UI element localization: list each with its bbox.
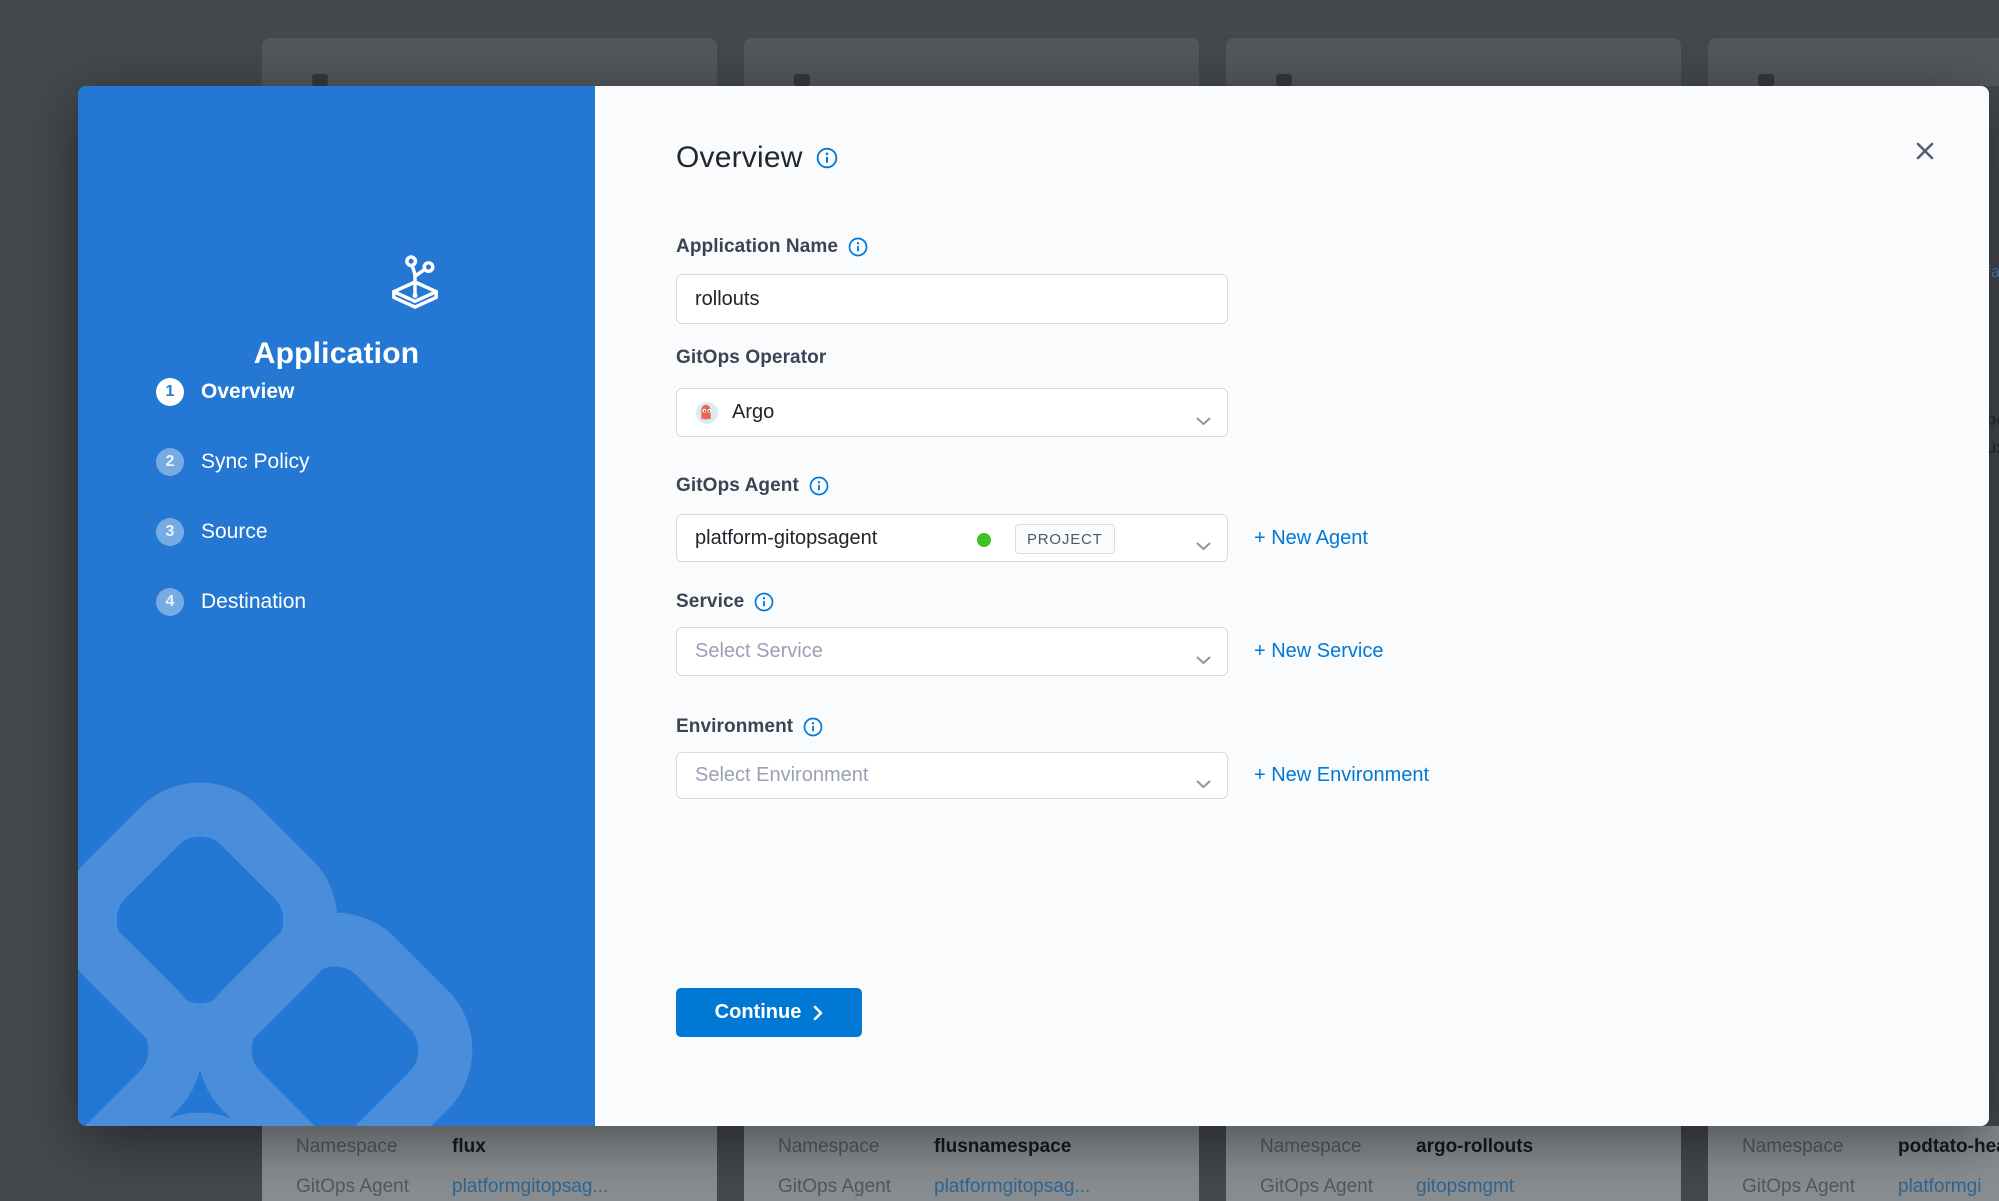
- service-select[interactable]: Select Service: [676, 627, 1228, 676]
- service-label: Service: [676, 591, 744, 613]
- gitops-agent-label: GitOps Agent: [1742, 1176, 1898, 1198]
- step-label: Sync Policy: [201, 450, 310, 474]
- namespace-value: podtato-hea: [1898, 1136, 1999, 1157]
- step-item-sync-policy[interactable]: 2 Sync Policy: [156, 448, 310, 476]
- gitops-agent-link: gitopsmgmt: [1416, 1176, 1514, 1197]
- wizard-sidebar: Application 1 Overview 2 Sync Policy 3 S…: [78, 86, 595, 1126]
- step-label: Overview: [201, 380, 294, 404]
- application-wizard-dialog: Application 1 Overview 2 Sync Policy 3 S…: [78, 86, 1989, 1126]
- chevron-down-icon: [1196, 409, 1211, 432]
- namespace-value: flux: [452, 1136, 486, 1157]
- service-placeholder: Select Service: [695, 640, 823, 663]
- namespace-label: Namespace: [1260, 1136, 1416, 1158]
- new-environment-link[interactable]: + New Environment: [1254, 752, 1429, 799]
- background-card-bottom: Namespacepodtato-hea GitOps Agentplatfor…: [1708, 1126, 1999, 1201]
- argo-icon: [695, 401, 719, 425]
- app-icon-peek: [1758, 74, 1774, 86]
- namespace-label: Namespace: [296, 1136, 452, 1158]
- app-icon-peek: [794, 74, 810, 86]
- chevron-down-icon: [1196, 772, 1211, 795]
- wizard-content: Overview Application Name rollouts GitOp…: [595, 86, 1989, 1126]
- namespace-value: flusnamespace: [934, 1136, 1071, 1157]
- chevron-down-icon: [1196, 534, 1211, 557]
- step-item-destination[interactable]: 4 Destination: [156, 588, 306, 616]
- wizard-title: Application: [78, 337, 595, 371]
- new-service-link[interactable]: + New Service: [1254, 627, 1384, 676]
- gitops-agent-label: GitOps Agent: [778, 1176, 934, 1198]
- background-card-bottom: Namespaceflux GitOps Agentplatformgitops…: [262, 1126, 717, 1201]
- app-icon-peek: [1276, 74, 1292, 86]
- step-item-overview[interactable]: 1 Overview: [156, 378, 294, 406]
- continue-button[interactable]: Continue: [676, 988, 862, 1037]
- gitops-operator-select[interactable]: Argo: [676, 388, 1228, 437]
- info-icon[interactable]: [816, 147, 838, 169]
- step-number: 1: [156, 378, 184, 406]
- app-icon-peek: [312, 74, 328, 86]
- background-card-top: [744, 38, 1199, 86]
- chevron-right-icon: [813, 1005, 823, 1021]
- gitops-agent-value: platform-gitopsagent: [695, 527, 877, 550]
- step-label: Source: [201, 520, 268, 544]
- step-item-source[interactable]: 3 Source: [156, 518, 268, 546]
- step-label: Destination: [201, 590, 306, 614]
- background-card-bottom: Namespaceflusnamespace GitOps Agentplatf…: [744, 1126, 1199, 1201]
- namespace-value: argo-rollouts: [1416, 1136, 1533, 1157]
- gitops-operator-label: GitOps Operator: [676, 347, 826, 369]
- namespace-label: Namespace: [778, 1136, 934, 1158]
- close-icon[interactable]: [1908, 134, 1942, 168]
- background-card-top: [1708, 38, 1999, 86]
- step-number: 2: [156, 448, 184, 476]
- info-icon[interactable]: [754, 592, 774, 612]
- step-number: 3: [156, 518, 184, 546]
- continue-label: Continue: [715, 1001, 802, 1024]
- gitops-agent-link: platformgi: [1898, 1176, 1981, 1197]
- gitops-agent-link: platformgitopsag...: [934, 1176, 1090, 1197]
- new-agent-link[interactable]: + New Agent: [1254, 514, 1368, 562]
- application-name-input[interactable]: rollouts: [676, 274, 1228, 324]
- agent-scope-badge: PROJECT: [1015, 524, 1115, 554]
- step-number: 4: [156, 588, 184, 616]
- gitops-agent-link: platformgitopsag...: [452, 1176, 608, 1197]
- application-name-value: rollouts: [695, 288, 759, 311]
- background-card-top: [1226, 38, 1681, 86]
- namespace-label: Namespace: [1742, 1136, 1898, 1158]
- screen: Namespaceflux GitOps Agentplatformgitops…: [0, 0, 1999, 1201]
- info-icon[interactable]: [809, 476, 829, 496]
- environment-placeholder: Select Environment: [695, 764, 868, 787]
- gitops-agent-select[interactable]: platform-gitopsagent PROJECT: [676, 514, 1228, 562]
- chevron-down-icon: [1196, 648, 1211, 671]
- background-card-bottom: Namespaceargo-rollouts GitOps Agentgitop…: [1226, 1126, 1681, 1201]
- page-title: Overview: [676, 141, 803, 175]
- background-card-top: [262, 38, 717, 86]
- info-icon[interactable]: [848, 237, 868, 257]
- environment-select[interactable]: Select Environment: [676, 752, 1228, 799]
- environment-label: Environment: [676, 716, 793, 738]
- agent-health-dot: [977, 533, 991, 547]
- gitops-application-icon: [388, 253, 442, 311]
- gitops-agent-label: GitOps Agent: [296, 1176, 452, 1198]
- application-name-label: Application Name: [676, 236, 838, 258]
- gitops-agent-label: GitOps Agent: [676, 475, 799, 497]
- info-icon[interactable]: [803, 717, 823, 737]
- gitops-operator-value: Argo: [732, 401, 774, 424]
- gitops-agent-label: GitOps Agent: [1260, 1176, 1416, 1198]
